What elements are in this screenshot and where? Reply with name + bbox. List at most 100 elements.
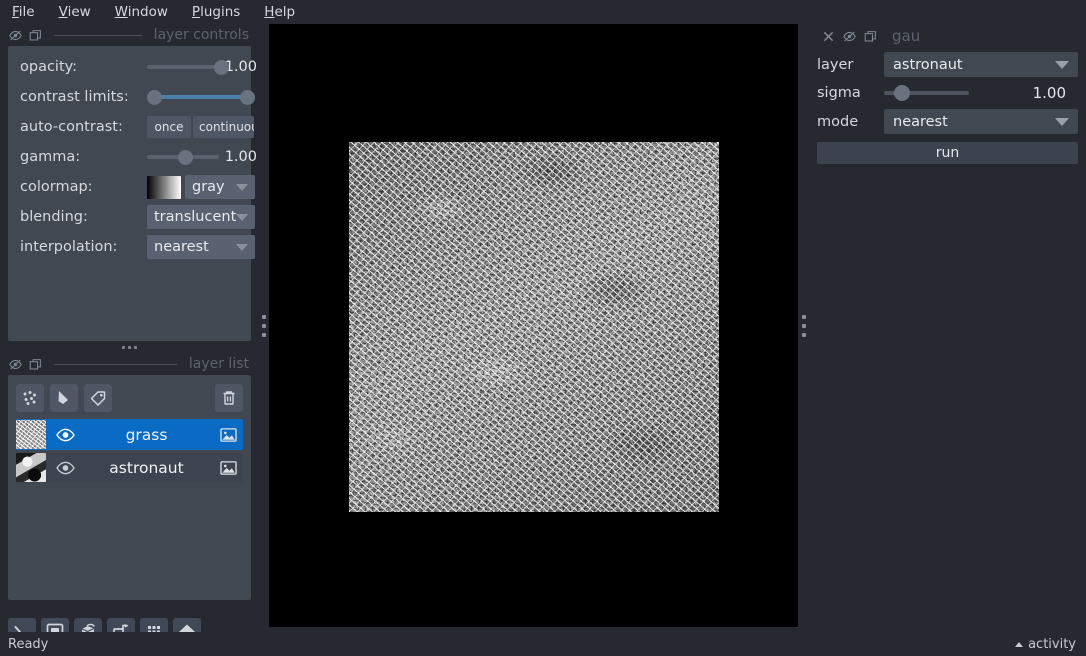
interpolation-combobox[interactable]: nearest	[147, 235, 255, 259]
chevron-down-icon	[1055, 118, 1069, 126]
menu-view[interactable]: View	[55, 2, 95, 22]
new-labels-layer-button[interactable]	[84, 384, 112, 412]
menu-plugins[interactable]: Plugins	[188, 2, 244, 22]
auto-contrast-field: once continuous	[147, 116, 257, 138]
gamma-field: 1.00	[147, 146, 257, 168]
splitter-dot	[801, 314, 806, 319]
splitter-dot	[128, 345, 131, 349]
plugin-layer-value: astronaut	[893, 56, 963, 73]
splitter-dot	[122, 345, 125, 349]
layer-controls-titlebar: layer controls	[0, 24, 259, 46]
float-dock-icon[interactable]	[28, 357, 42, 371]
layer-controls-panel: opacity: 1.00 contrast limits: auto-cont…	[8, 46, 257, 341]
blending-combobox[interactable]: translucent	[147, 205, 255, 229]
menu-plugins-rest: lugins	[200, 4, 241, 20]
splitter-dot	[801, 323, 806, 328]
auto-contrast-buttons: once continuous	[147, 116, 254, 138]
colormap-field: gray	[147, 175, 257, 199]
layer-visibility-toggle[interactable]	[50, 461, 80, 475]
contrast-low-handle[interactable]	[147, 89, 162, 105]
blending-label: blending:	[20, 209, 88, 225]
float-dock-icon[interactable]	[28, 28, 42, 42]
plugin-sigma-value[interactable]: 1.00	[1033, 84, 1078, 102]
viewer-canvas[interactable]	[269, 24, 798, 627]
menu-file[interactable]: File	[8, 2, 39, 22]
napari-window: File View Window Plugins Help layer cont…	[0, 0, 1086, 656]
layer-list-panel: grass astronaut	[8, 375, 251, 600]
right-dock-splitter[interactable]	[798, 24, 809, 627]
menu-help[interactable]: Help	[260, 2, 299, 22]
dock-splitter-handle[interactable]	[0, 341, 259, 353]
hide-dock-icon[interactable]	[8, 357, 22, 371]
layer-type-icon	[213, 460, 243, 476]
opacity-value: 1.00	[224, 59, 257, 75]
opacity-handle[interactable]	[214, 59, 229, 75]
splitter-dot	[261, 323, 266, 328]
auto-contrast-once-button[interactable]: once	[147, 116, 191, 138]
opacity-slider[interactable]	[147, 57, 229, 77]
auto-contrast-label: auto-contrast:	[20, 119, 123, 135]
close-icon[interactable]	[821, 29, 835, 43]
gamma-value: 1.00	[224, 149, 257, 165]
blending-value: translucent	[154, 209, 237, 225]
splitter-dot	[261, 332, 266, 337]
menu-window-rest: indow	[127, 4, 168, 20]
delete-layer-button[interactable]	[215, 384, 243, 412]
contrast-fill	[154, 95, 248, 99]
plugin-sigma-slider[interactable]	[884, 83, 969, 103]
layer-row-astronaut[interactable]: astronaut	[16, 452, 243, 483]
layer-rows: grass astronaut	[16, 419, 243, 483]
layer-name-label: astronaut	[109, 458, 184, 477]
left-dock-splitter[interactable]	[258, 24, 269, 627]
plugin-mode-combobox[interactable]: nearest	[884, 109, 1078, 134]
menu-file-mnemonic: F	[12, 4, 19, 20]
gamma-handle[interactable]	[178, 149, 193, 165]
interpolation-label: interpolation:	[20, 239, 118, 255]
menu-window-mnemonic: W	[114, 4, 128, 20]
new-points-layer-button[interactable]	[16, 384, 44, 412]
layer-list-titlebar: layer list	[0, 353, 259, 375]
new-shapes-layer-button[interactable]	[50, 384, 78, 412]
caret-up-icon	[1015, 641, 1024, 647]
splitter-dot	[134, 345, 137, 349]
plugin-dock-area: gau layer astronaut sigma 1.00 mode near…	[809, 24, 1086, 632]
float-dock-icon[interactable]	[863, 29, 877, 43]
plugin-layer-combobox[interactable]: astronaut	[884, 52, 1078, 77]
contrast-high-handle[interactable]	[240, 89, 255, 105]
colormap-combobox[interactable]: gray	[185, 175, 255, 199]
layer-type-icon	[213, 427, 243, 443]
menubar: File View Window Plugins Help	[0, 0, 1086, 24]
titlebar-rule	[54, 34, 142, 36]
hide-dock-icon[interactable]	[8, 28, 22, 42]
hide-dock-icon[interactable]	[842, 29, 856, 43]
chevron-down-icon	[236, 184, 248, 191]
plugin-sigma-label: sigma	[817, 85, 861, 101]
plugin-widget-titlebar: gau	[809, 24, 1086, 48]
chevron-down-icon	[1055, 61, 1069, 69]
gamma-label: gamma:	[20, 149, 81, 165]
plugin-widget-form: layer astronaut sigma 1.00 mode nearest	[809, 48, 1086, 134]
layer-row-grass[interactable]: grass	[16, 419, 243, 450]
plugin-mode-value: nearest	[893, 113, 948, 130]
sigma-handle[interactable]	[894, 85, 910, 101]
gamma-slider[interactable]	[147, 147, 219, 167]
grass-layer-image	[349, 142, 719, 512]
layer-visibility-toggle[interactable]	[50, 428, 80, 442]
chevron-down-icon	[236, 244, 248, 251]
auto-contrast-continuous-button[interactable]: continuous	[193, 116, 254, 138]
titlebar-rule	[54, 363, 177, 365]
plugin-mode-label: mode	[817, 113, 859, 130]
activity-button[interactable]: activity	[1015, 637, 1076, 652]
menu-view-mnemonic: V	[58, 4, 68, 20]
statusbar: Ready activity	[0, 632, 1086, 656]
left-dock-area: layer controls opacity: 1.00 contrast li…	[0, 24, 259, 646]
status-message: Ready	[8, 636, 49, 652]
interpolation-field: nearest	[147, 235, 257, 259]
opacity-label: opacity:	[20, 59, 78, 75]
contrast-limits-slider[interactable]	[147, 87, 255, 107]
plugin-layer-label: layer	[817, 56, 854, 73]
layer-name-label: grass	[125, 425, 168, 444]
menu-window[interactable]: Window	[111, 2, 172, 22]
plugin-run-button[interactable]: run	[817, 142, 1078, 164]
menu-plugins-mnemonic: P	[191, 4, 201, 20]
